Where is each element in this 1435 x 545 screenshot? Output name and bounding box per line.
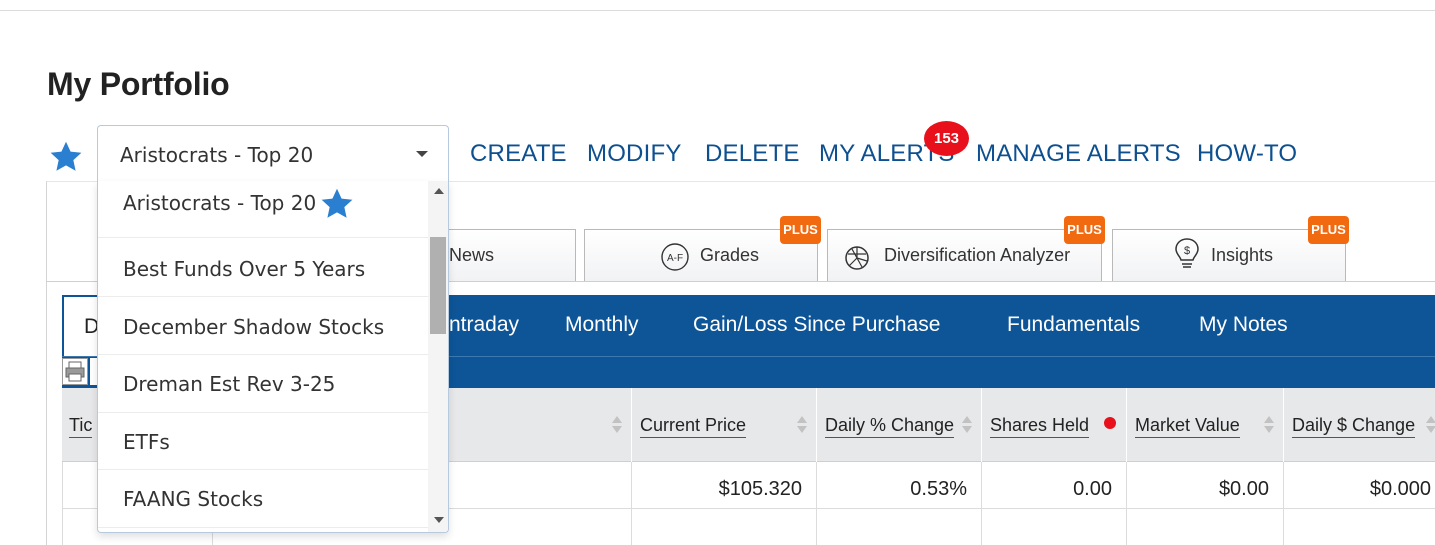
header-divider <box>1126 388 1127 462</box>
scrollbar-thumb[interactable] <box>430 237 446 334</box>
cell-daily-pct-change: 0.53% <box>910 478 967 500</box>
portfolio-dropdown: Aristocrats - Top 20 Best Funds Over 5 Y… <box>97 181 449 533</box>
sort-icon[interactable] <box>1264 416 1274 434</box>
tab-my-notes[interactable]: My Notes <box>1199 313 1288 337</box>
manage-alerts-link[interactable]: MANAGE ALERTS <box>976 140 1181 168</box>
dropdown-option[interactable]: Best Funds Over 5 Years <box>98 240 428 297</box>
cell-market-value: $0.00 <box>1218 478 1269 500</box>
cell-divider <box>816 462 817 545</box>
header-divider <box>816 388 817 462</box>
header-current-price[interactable]: Current Price <box>640 415 747 438</box>
cell-divider <box>62 462 63 545</box>
header-ticker[interactable]: Tic <box>69 415 93 438</box>
header-divider <box>981 388 982 462</box>
lightbulb-dollar-icon: $ <box>1175 238 1199 268</box>
dropdown-option-label: FAANG Stocks <box>123 487 264 511</box>
dropdown-option[interactable]: FAANG Stocks <box>98 471 428 528</box>
dropdown-option-label: Best Funds Over 5 Years <box>123 257 366 281</box>
cell-divider <box>631 462 632 545</box>
tab-diversification-analyzer[interactable]: Diversification Analyzer <box>827 229 1102 282</box>
dropdown-option-label: Aristocrats - Top 20 <box>123 191 317 215</box>
pie-chart-icon <box>845 246 869 270</box>
star-icon <box>321 188 353 218</box>
alerts-count-badge: 153 <box>924 121 969 156</box>
sort-icon[interactable] <box>1426 416 1435 434</box>
modify-link[interactable]: MODIFY <box>587 140 682 168</box>
delete-link[interactable]: DELETE <box>705 140 800 168</box>
header-market-value[interactable]: Market Value <box>1135 415 1240 438</box>
header-divider <box>1283 388 1284 462</box>
dropdown-option[interactable]: Aristocrats - Top 20 <box>98 181 428 238</box>
tab-intraday[interactable]: ntraday <box>449 313 519 337</box>
print-button[interactable] <box>62 358 88 385</box>
plus-badge-grades: PLUS <box>780 216 821 244</box>
grades-icon: A-F <box>661 243 689 271</box>
tab-insights-label: Insights <box>1211 245 1274 265</box>
sort-icon[interactable] <box>962 416 972 434</box>
cell-shares-held: 0.00 <box>1073 478 1112 500</box>
header-daily-pct-change[interactable]: Daily % Change <box>825 415 955 438</box>
sort-icon[interactable] <box>612 416 622 434</box>
tab-diversification-label: Diversification Analyzer <box>884 245 1071 265</box>
header-daily-dollar-change[interactable]: Daily $ Change <box>1292 415 1416 438</box>
portfolio-select-value: Aristocrats - Top 20 <box>120 143 314 167</box>
tab-news-label: News <box>449 245 495 265</box>
star-icon[interactable] <box>47 139 85 175</box>
cell-daily-dollar-change: $0.000 <box>1369 478 1431 500</box>
cell-divider <box>981 462 982 545</box>
tab-view-first[interactable]: D <box>62 295 102 356</box>
tab-monthly[interactable]: Monthly <box>565 313 639 337</box>
header-divider <box>631 388 632 462</box>
scroll-up-icon[interactable] <box>434 188 444 194</box>
tab-grades-label: Grades <box>700 245 760 265</box>
tab-fundamentals[interactable]: Fundamentals <box>1007 313 1140 337</box>
plus-badge-diversification: PLUS <box>1064 216 1105 244</box>
cell-divider <box>1283 462 1284 545</box>
shares-held-indicator <box>1104 417 1116 429</box>
cell-current-price: $105.320 <box>718 478 802 500</box>
svg-text:$: $ <box>1184 245 1190 257</box>
dropdown-option-label: Dreman Est Rev 3-25 <box>123 372 336 396</box>
cell-divider <box>1126 462 1127 545</box>
how-to-link[interactable]: HOW-TO <box>1197 140 1297 168</box>
dropdown-option-label: December Shadow Stocks <box>123 315 385 339</box>
caret-down-icon <box>416 151 428 157</box>
print-icon <box>65 361 85 382</box>
portfolio-select[interactable]: Aristocrats - Top 20 <box>97 125 449 181</box>
grades-icon-text: A-F <box>667 253 683 264</box>
dropdown-scrollbar[interactable] <box>428 181 448 532</box>
plus-badge-insights: PLUS <box>1308 216 1349 244</box>
tab-gain-loss[interactable]: Gain/Loss Since Purchase <box>693 313 940 337</box>
page-title: My Portfolio <box>47 66 230 102</box>
dropdown-option[interactable]: ETFs <box>98 413 428 470</box>
dropdown-option[interactable]: Dreman Est Rev 3-25 <box>98 356 428 413</box>
dropdown-option-label: ETFs <box>123 430 170 454</box>
dropdown-option[interactable]: December Shadow Stocks <box>98 298 428 355</box>
scroll-down-icon[interactable] <box>434 517 444 523</box>
top-divider <box>0 10 1435 11</box>
create-link[interactable]: CREATE <box>470 140 567 168</box>
sort-icon[interactable] <box>797 416 807 434</box>
header-shares-held[interactable]: Shares Held <box>990 415 1090 438</box>
